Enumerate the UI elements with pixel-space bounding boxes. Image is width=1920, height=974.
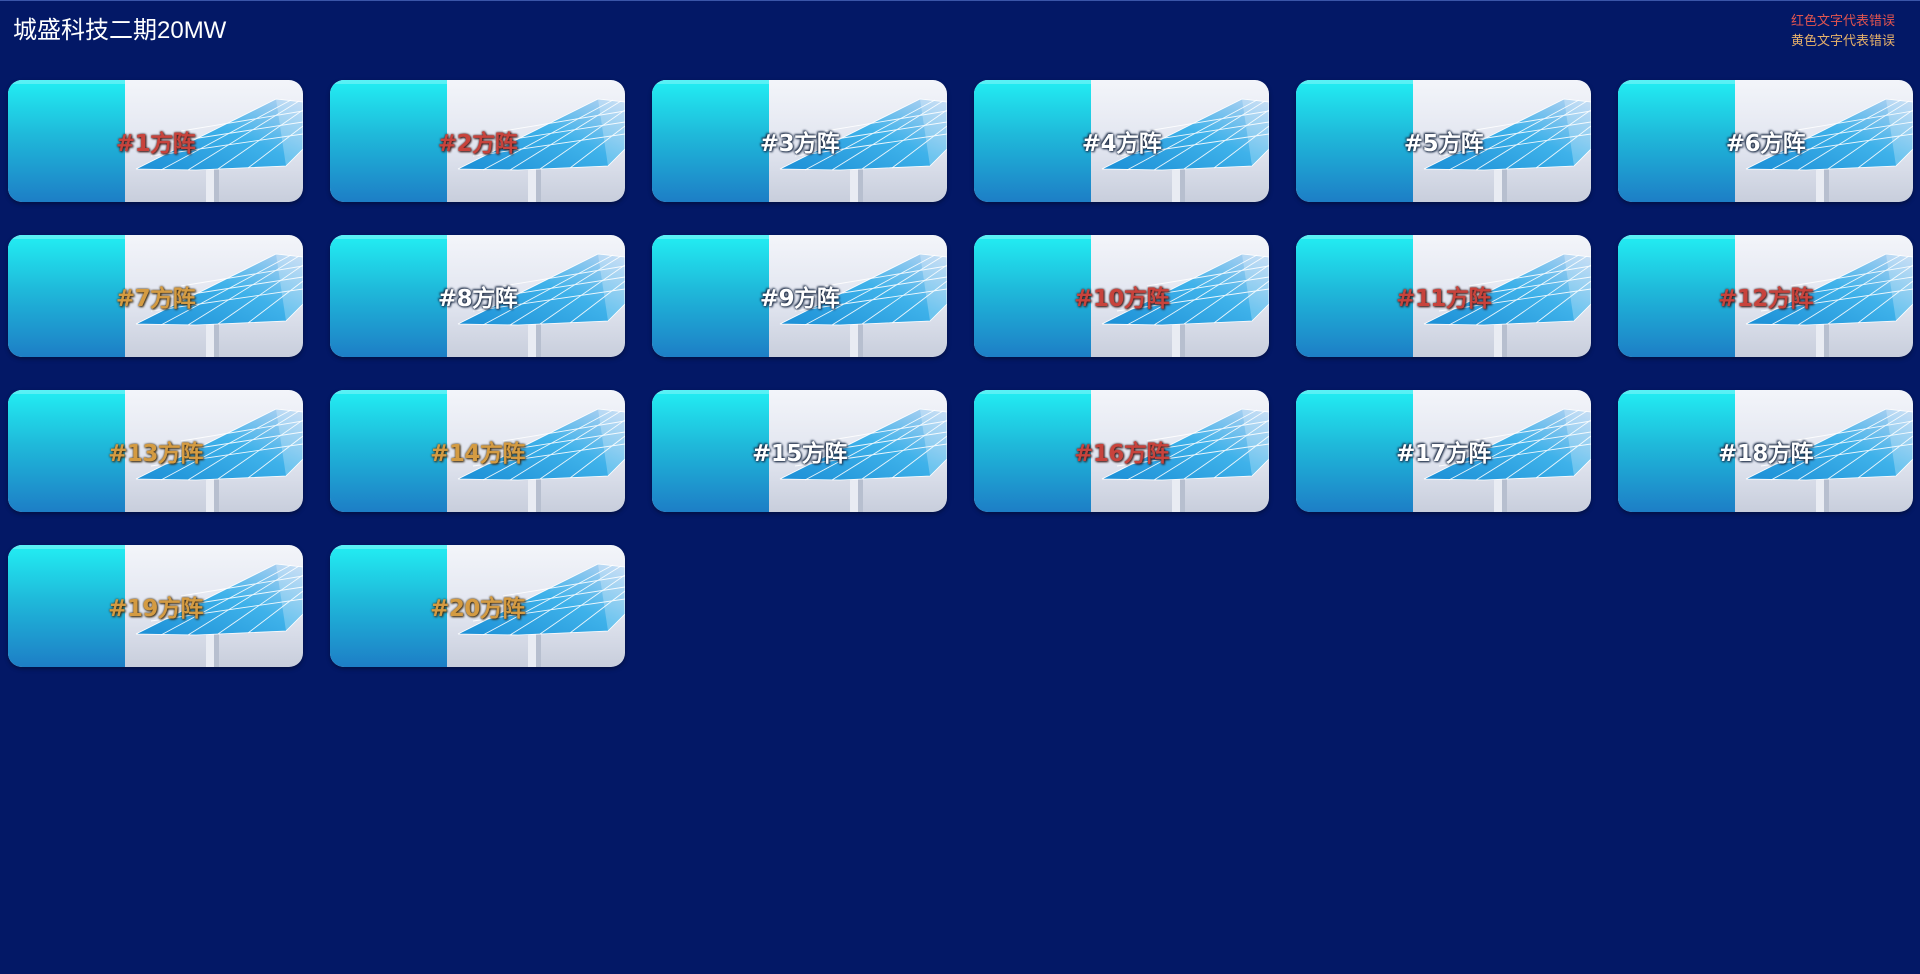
array-card-3[interactable]: #3方阵	[652, 80, 947, 202]
array-label: #12方阵	[1718, 286, 1813, 312]
array-grid: #1方阵 #2方阵 #3方阵 #4方阵 #5方阵 #6方阵 #7方阵 #8方阵 …	[8, 80, 1913, 667]
top-divider	[0, 0, 1920, 1]
array-label: #11方阵	[1396, 286, 1491, 312]
array-label: #16方阵	[1074, 441, 1169, 467]
array-card-18[interactable]: #18方阵	[1618, 390, 1913, 512]
array-label: #9方阵	[759, 286, 840, 312]
array-label: #6方阵	[1725, 131, 1806, 157]
array-card-19[interactable]: #19方阵	[8, 545, 303, 667]
array-label: #2方阵	[437, 131, 518, 157]
array-card-8[interactable]: #8方阵	[330, 235, 625, 357]
array-card-11[interactable]: #11方阵	[1296, 235, 1591, 357]
page-title: 城盛科技二期20MW	[13, 17, 227, 44]
array-card-9[interactable]: #9方阵	[652, 235, 947, 357]
array-label: #17方阵	[1396, 441, 1491, 467]
array-label: #4方阵	[1081, 131, 1162, 157]
array-card-7[interactable]: #7方阵	[8, 235, 303, 357]
array-card-1[interactable]: #1方阵	[8, 80, 303, 202]
array-label: #5方阵	[1403, 131, 1484, 157]
legend-yellow-text: 黄色文字代表错误	[1790, 34, 1895, 49]
array-card-6[interactable]: #6方阵	[1618, 80, 1913, 202]
array-label: #20方阵	[430, 596, 525, 622]
array-label: #10方阵	[1074, 286, 1169, 312]
array-label: #3方阵	[759, 131, 840, 157]
array-label: #13方阵	[108, 441, 203, 467]
array-label: #19方阵	[108, 596, 203, 622]
array-card-17[interactable]: #17方阵	[1296, 390, 1591, 512]
array-card-13[interactable]: #13方阵	[8, 390, 303, 512]
array-label: #1方阵	[115, 131, 196, 157]
array-card-2[interactable]: #2方阵	[330, 80, 625, 202]
array-card-12[interactable]: #12方阵	[1618, 235, 1913, 357]
array-label: #18方阵	[1718, 441, 1813, 467]
array-label: #15方阵	[752, 441, 847, 467]
array-label: #7方阵	[115, 286, 196, 312]
legend-red-text: 红色文字代表错误	[1790, 14, 1895, 29]
array-card-5[interactable]: #5方阵	[1296, 80, 1591, 202]
status-legend: 红色文字代表错误 黄色文字代表错误	[1791, 12, 1895, 52]
array-card-14[interactable]: #14方阵	[330, 390, 625, 512]
array-label: #8方阵	[437, 286, 518, 312]
array-card-20[interactable]: #20方阵	[330, 545, 625, 667]
array-label: #14方阵	[430, 441, 525, 467]
array-card-10[interactable]: #10方阵	[974, 235, 1269, 357]
array-card-15[interactable]: #15方阵	[652, 390, 947, 512]
array-card-4[interactable]: #4方阵	[974, 80, 1269, 202]
array-card-16[interactable]: #16方阵	[974, 390, 1269, 512]
